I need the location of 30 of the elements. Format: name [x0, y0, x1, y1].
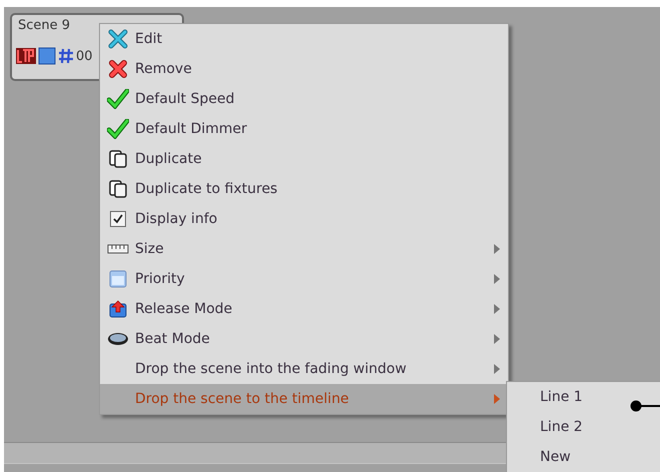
scene-value: 00 [76, 48, 93, 64]
copy-icon [108, 179, 128, 199]
checkmark-icon [107, 89, 129, 109]
leader-line [630, 400, 660, 412]
menu-item[interactable]: Remove [100, 54, 508, 84]
square-icon [38, 47, 56, 65]
checkmark-icon [107, 119, 129, 139]
menu-item[interactable]: Size [100, 234, 508, 264]
copy-icon [108, 149, 128, 169]
menu-item[interactable]: Default Dimmer [100, 114, 508, 144]
menu-item[interactable]: Beat Mode [100, 324, 508, 354]
ruler-icon [107, 243, 129, 255]
ltp-icon [16, 47, 36, 65]
remove-icon [108, 59, 128, 79]
submenu-item[interactable]: New [507, 442, 660, 472]
scene-title: Scene 9 [18, 18, 70, 33]
cymbal-icon [107, 331, 129, 347]
release-icon [108, 299, 128, 319]
menu-item[interactable]: Drop the scene into the fading window [100, 354, 508, 384]
hash-icon [58, 47, 74, 65]
checkbox[interactable] [110, 211, 126, 227]
menu-item[interactable]: Release Mode [100, 294, 508, 324]
submenu-item[interactable]: Line 2 [507, 412, 660, 442]
menu-item[interactable]: Priority [100, 264, 508, 294]
menu-item[interactable]: Duplicate [100, 144, 508, 174]
menu-item[interactable]: Default Speed [100, 84, 508, 114]
menu-item[interactable]: Duplicate to fixtures [100, 174, 508, 204]
menu-item[interactable]: Display info [100, 204, 508, 234]
submenu-item[interactable]: Line 1 [507, 382, 660, 412]
menu-item[interactable]: Edit [100, 24, 508, 54]
